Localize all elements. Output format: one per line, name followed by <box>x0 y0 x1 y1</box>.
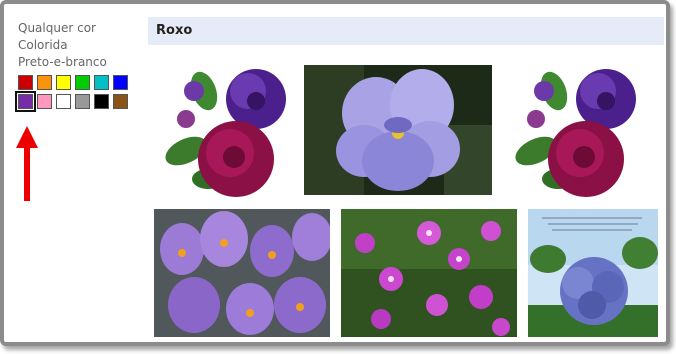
window-frame: Qualquer cor Colorida Preto-e-branco Rox… <box>0 0 670 346</box>
color-filter-panel: Qualquer cor Colorida Preto-e-branco <box>15 20 140 113</box>
annotation-arrow-icon <box>16 126 38 201</box>
image-results: Roxo <box>148 17 664 337</box>
thumb-pink-purple-wildflowers[interactable] <box>341 209 517 337</box>
swatch-teal[interactable] <box>94 75 109 90</box>
swatch-black[interactable] <box>94 94 109 109</box>
swatch-red[interactable] <box>18 75 33 90</box>
swatch-brown[interactable] <box>113 94 128 109</box>
filter-full-color[interactable]: Colorida <box>18 37 140 54</box>
swatch-purple[interactable] <box>15 91 36 112</box>
swatch-green[interactable] <box>75 75 90 90</box>
swatch-pink[interactable] <box>37 94 52 109</box>
swatch-white[interactable] <box>56 94 71 109</box>
swatch-row-2 <box>15 91 140 112</box>
swatch-orange[interactable] <box>37 75 52 90</box>
thumb-purple-crocuses[interactable] <box>154 209 330 337</box>
thumb-purple-pansy[interactable] <box>304 65 492 195</box>
swatch-gray[interactable] <box>75 94 90 109</box>
thumb-purple-rose-bouquet[interactable] <box>156 61 294 201</box>
color-swatches <box>15 75 140 112</box>
swatch-blue[interactable] <box>113 75 128 90</box>
swatch-yellow[interactable] <box>56 75 71 90</box>
thumb-blue-hydrangea-card[interactable] <box>528 209 658 337</box>
results-heading: Roxo <box>148 17 664 45</box>
filter-any-color[interactable]: Qualquer cor <box>18 20 140 37</box>
thumb-purple-rose-bouquet-2[interactable] <box>506 61 644 201</box>
filter-black-and-white[interactable]: Preto-e-branco <box>18 54 140 71</box>
swatch-row-1 <box>18 75 140 90</box>
